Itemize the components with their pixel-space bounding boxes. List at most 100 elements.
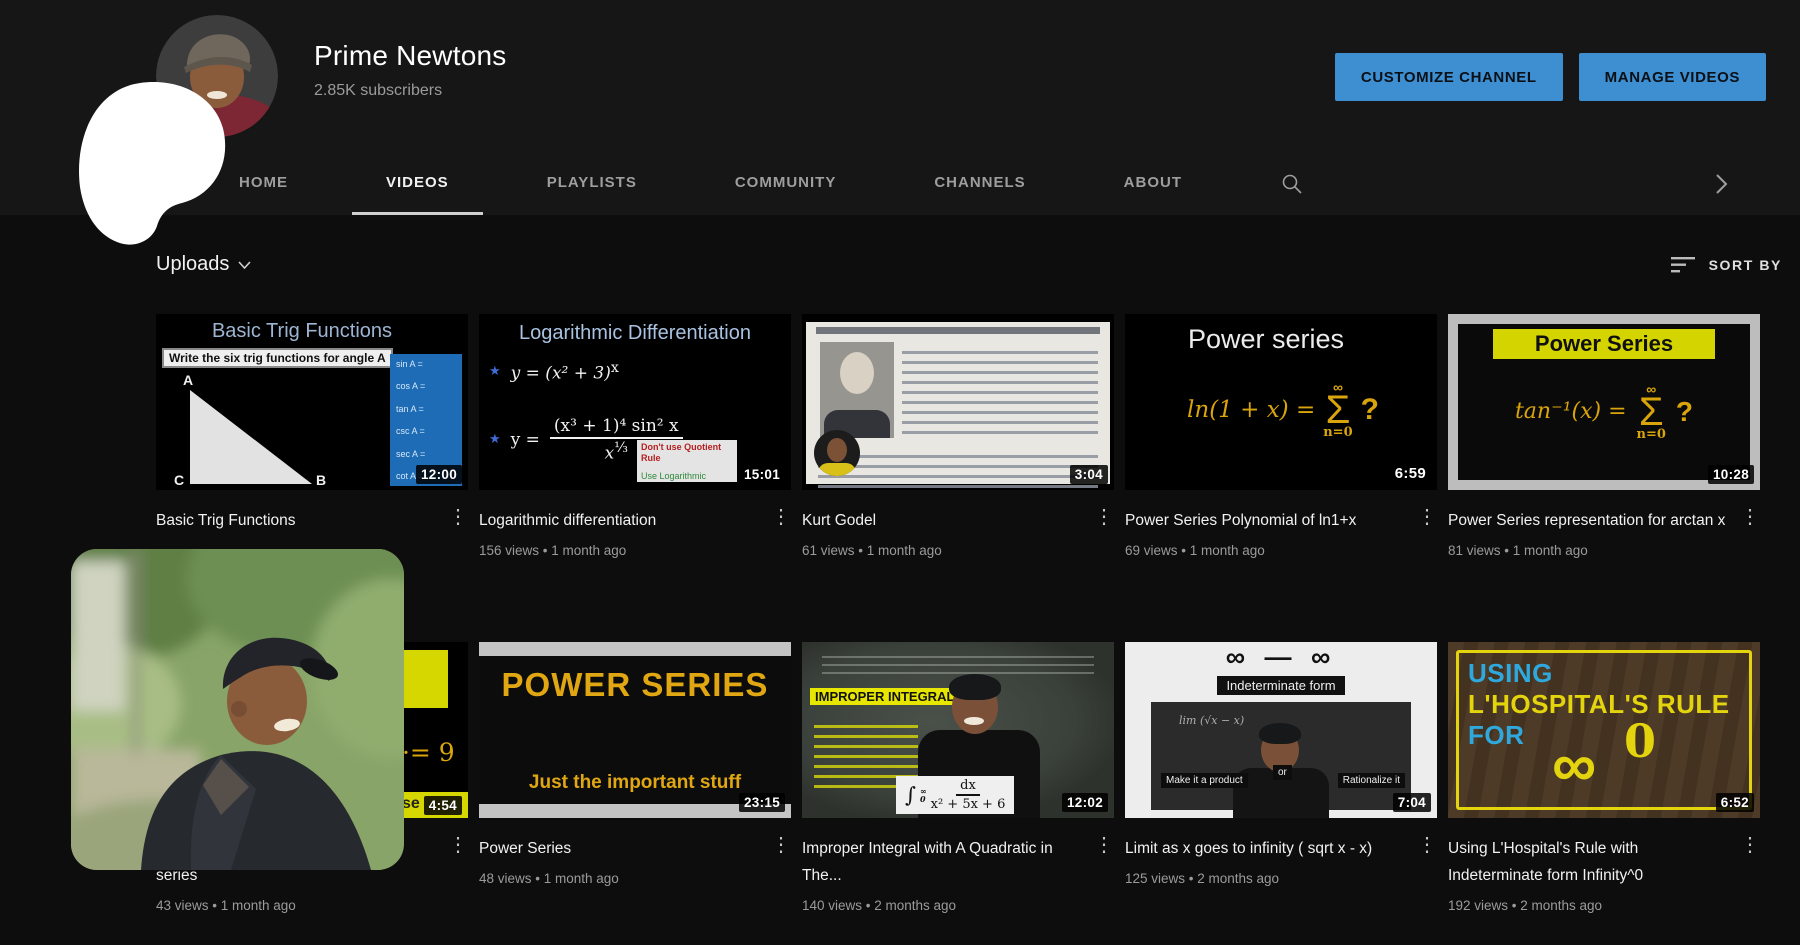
channel-tabs: HOME VIDEOS PLAYLISTS COMMUNITY CHANNELS… [156,153,1800,215]
tab-about[interactable]: ABOUT [1090,153,1216,215]
video-thumbnail[interactable]: POWER SERIES Just the important stuff 23… [479,642,791,818]
uploads-dropdown[interactable]: Uploads [156,253,251,276]
video-menu-button[interactable]: ⋮ [448,507,468,527]
video-title[interactable]: Using L'Hospital's Rule with Indetermina… [1448,835,1734,889]
formula-line: ★ y = (x² + 3)x [489,360,619,384]
thumb-heading: Power series [1125,324,1407,355]
video-card: USING L'HOSPITAL'S RULE FOR ∞ 0 6:52 Usi… [1448,642,1760,945]
more-vert-icon: ⋮ [1417,834,1437,856]
white-blob-overlay [70,78,234,250]
customize-channel-button[interactable]: CUSTOMIZE CHANNEL [1335,53,1563,101]
duration-badge: 3:04 [1070,465,1108,484]
video-title[interactable]: Improper Integral with A Quadratic in Th… [802,835,1088,889]
more-vert-icon: ⋮ [1417,506,1437,528]
video-meta: 125 views • 2 months ago [1125,871,1411,886]
more-vert-icon: ⋮ [1740,506,1760,528]
thumb-heading: ∞ — ∞ [1125,642,1437,673]
video-title[interactable]: Kurt Godel [802,507,1088,534]
video-title[interactable]: Basic Trig Functions [156,507,442,534]
duration-badge: 6:59 [1390,463,1431,484]
vertex-label: C [174,472,184,488]
video-title[interactable]: Limit as x goes to infinity ( sqrt x - x… [1125,835,1411,862]
duration-badge: 15:01 [739,465,785,484]
video-menu-button[interactable]: ⋮ [448,835,468,855]
video-meta: 192 views • 2 months ago [1448,898,1734,913]
tab-channels[interactable]: CHANNELS [900,153,1059,215]
sort-icon [1671,256,1697,274]
webcam-overlay-photo [71,549,404,870]
channel-title: Prime Newtons [314,40,506,72]
video-menu-button[interactable]: ⋮ [1740,835,1760,855]
video-menu-button[interactable]: ⋮ [1417,507,1437,527]
video-thumbnail[interactable]: IMPROPER INTEGRAL ∫ ∞0 dxx² + 5x + 6 12:… [802,642,1114,818]
presenter-figure [952,680,998,734]
more-vert-icon: ⋮ [771,506,791,528]
thumb-label: Rationalize it [1338,773,1405,788]
video-menu-button[interactable]: ⋮ [1094,507,1114,527]
video-menu-button[interactable]: ⋮ [1417,835,1437,855]
tab-community[interactable]: COMMUNITY [701,153,871,215]
star-icon: ★ [489,432,501,447]
tab-videos[interactable]: VIDEOS [352,153,483,215]
vertex-label: B [316,472,326,488]
video-title[interactable]: Power Series [479,835,765,862]
duration-badge: 7:04 [1393,793,1431,812]
video-title[interactable]: Power Series Polynomial of ln1+x [1125,507,1411,534]
chevron-right-icon [1714,173,1728,195]
triangle-graphic [190,390,312,484]
video-menu-button[interactable]: ⋮ [771,835,791,855]
video-thumbnail[interactable]: Power Series tan⁻¹(x) = ∞ Σ n=0 ? 10:28 [1448,314,1760,490]
video-meta: 156 views • 1 month ago [479,543,765,558]
thumb-prompt: Write the six trig functions for angle A [162,348,393,368]
video-thumbnail[interactable]: Basic Trig Functions Write the six trig … [156,314,468,490]
duration-badge: 10:28 [1708,465,1754,484]
video-card: Power series ln(1 + x) = ∞ Σ n=0 ? 6:59 … [1125,314,1437,642]
video-title[interactable]: Logarithmic differentiation [479,507,765,534]
chalk-formula: lim (√x − x) [1179,714,1244,727]
manage-videos-button[interactable]: MANAGE VIDEOS [1579,53,1766,101]
formula-line: ln(1 + x) = ∞ Σ n=0 ? [1135,380,1431,439]
formula-line: tan⁻¹(x) = ∞ Σ n=0 ? [1464,382,1744,441]
exponent-zero: 0 [1624,714,1656,768]
tabs-overflow-button[interactable] [1714,153,1800,215]
video-thumbnail[interactable]: Logarithmic Differentiation ★ y = (x² + … [479,314,791,490]
video-thumbnail[interactable]: USING L'HOSPITAL'S RULE FOR ∞ 0 6:52 [1448,642,1760,818]
channel-search-button[interactable] [1260,153,1324,215]
portrait-photo [820,342,894,438]
more-vert-icon: ⋮ [448,506,468,528]
thumb-heading: USING L'HOSPITAL'S RULE FOR [1468,658,1730,751]
video-menu-button[interactable]: ⋮ [771,507,791,527]
video-title[interactable]: Power Series representation for arctan x [1448,507,1734,534]
subscriber-count: 2.85K subscribers [314,82,506,100]
duration-badge: 4:54 [424,796,462,815]
document-page [806,322,1110,484]
chevron-down-icon [238,261,251,269]
more-vert-icon: ⋮ [771,834,791,856]
video-meta: 43 views • 1 month ago [156,898,442,913]
thumb-heading: Basic Trig Functions [156,320,448,343]
star-icon: ★ [489,364,501,379]
video-meta: 69 views • 1 month ago [1125,543,1411,558]
thumb-subtitle: Just the important stuff [479,772,791,794]
video-card: 3:04 Kurt Godel 61 views • 1 month ago ⋮ [802,314,1114,642]
tab-playlists[interactable]: PLAYLISTS [513,153,671,215]
formula-box: ∫ ∞0 dxx² + 5x + 6 [896,776,1014,814]
chalkboard: lim (√x − x) Make it a product or Ration… [1151,702,1411,810]
vertex-label: A [183,372,193,388]
sort-by-button[interactable]: SORT BY [1671,256,1782,274]
duration-badge: 12:02 [1062,793,1108,812]
video-menu-button[interactable]: ⋮ [1094,835,1114,855]
sort-by-label: SORT BY [1709,257,1782,273]
video-menu-button[interactable]: ⋮ [1740,507,1760,527]
yellow-square [402,650,448,708]
video-thumbnail[interactable]: 3:04 [802,314,1114,490]
chalk-writing [822,650,1094,676]
thumb-heading: POWER SERIES [479,666,791,704]
video-card: IMPROPER INTEGRAL ∫ ∞0 dxx² + 5x + 6 12:… [802,642,1114,945]
video-thumbnail[interactable]: Power series ln(1 + x) = ∞ Σ n=0 ? 6:59 [1125,314,1437,490]
infinity-symbol: ∞ [1552,736,1596,796]
video-thumbnail[interactable]: ∞ — ∞ Indeterminate form lim (√x − x) Ma… [1125,642,1437,818]
more-vert-icon: ⋮ [1094,506,1114,528]
thumb-frame: Power Series tan⁻¹(x) = ∞ Σ n=0 ? [1458,324,1750,480]
duration-badge: 6:52 [1716,793,1754,812]
